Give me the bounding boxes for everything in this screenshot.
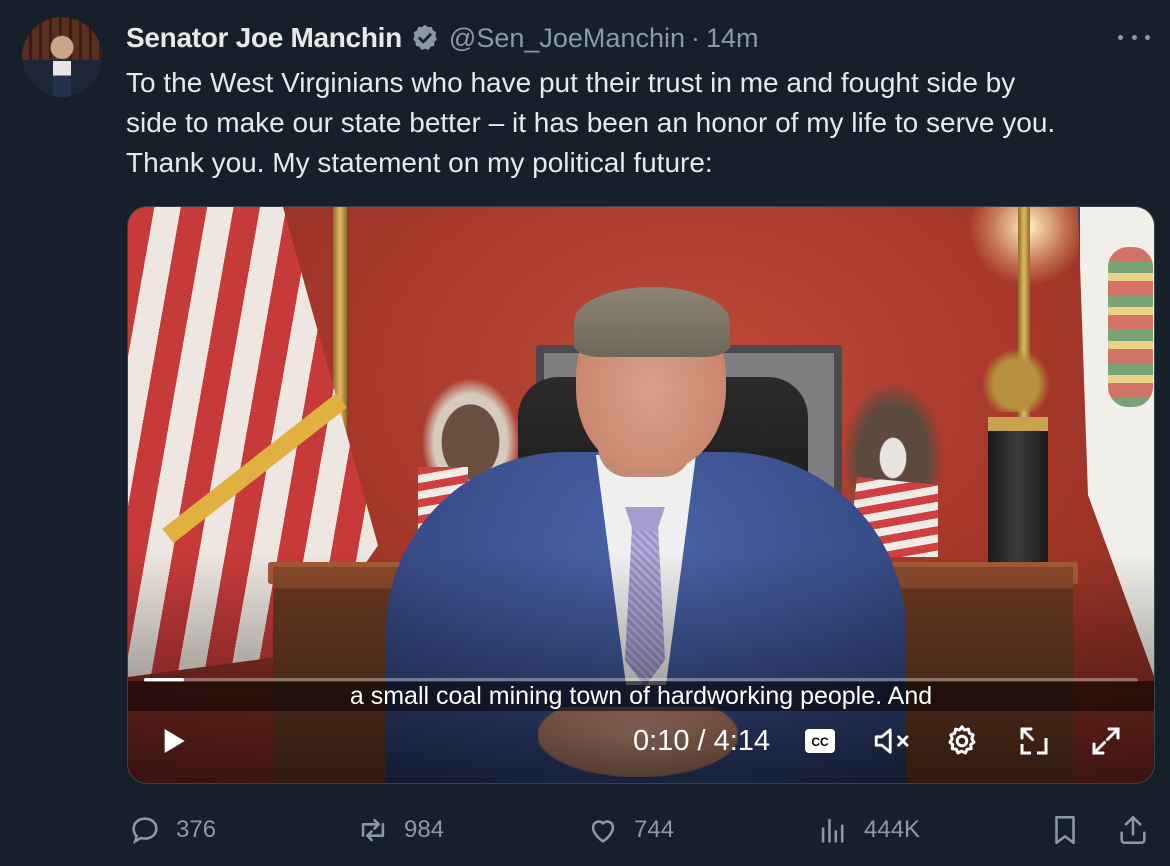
play-button[interactable] <box>158 721 190 761</box>
bookmark-icon <box>1055 815 1075 845</box>
author-handle[interactable]: @Sen_JoeManchin <box>449 23 685 54</box>
reply-count: 376 <box>176 816 217 843</box>
caption-bar: a small coal mining town of hardworking … <box>128 681 1154 711</box>
pip-icon <box>1020 727 1048 755</box>
cc-label: CC <box>811 735 829 749</box>
like-count: 744 <box>634 816 675 843</box>
tweet-text-line: Thank you. My statement on my political … <box>126 147 713 178</box>
picture-in-picture-button[interactable] <box>1016 721 1052 761</box>
bookmark-button[interactable] <box>1048 805 1082 855</box>
like-icon <box>591 820 615 843</box>
tweet-header: Senator Joe Manchin @Sen_JoeManchin · 14… <box>126 20 759 56</box>
tweet-actions: 376 984 744 444K <box>0 805 1170 855</box>
author-name[interactable]: Senator Joe Manchin <box>126 22 402 54</box>
views-count: 444K <box>864 816 921 843</box>
tweet-text-line: To the West Virginians who have put thei… <box>126 67 1016 98</box>
reply-icon <box>132 817 158 845</box>
fullscreen-button[interactable] <box>1088 721 1124 761</box>
more-icon[interactable] <box>1118 25 1150 49</box>
video-timecode: 0:10 / 4:14 <box>633 724 771 757</box>
video-player[interactable]: a small coal mining town of hardworking … <box>127 206 1155 784</box>
avatar[interactable] <box>22 17 102 97</box>
tweet-text-line: side to make our state better – it has b… <box>126 107 1056 138</box>
video-caption: a small coal mining town of hardworking … <box>349 681 933 710</box>
views-icon <box>821 818 844 843</box>
settings-button[interactable] <box>944 721 980 761</box>
cc-icon: CC <box>805 729 835 753</box>
mute-icon <box>874 728 909 754</box>
meta-separator: · <box>690 22 700 53</box>
play-icon <box>164 729 185 753</box>
mute-button[interactable] <box>872 721 914 761</box>
reply-button[interactable]: 376 <box>128 805 216 855</box>
fullscreen-icon <box>1092 727 1120 755</box>
repost-icon <box>361 818 385 842</box>
verified-badge-icon <box>413 24 437 50</box>
share-button[interactable] <box>1116 805 1150 855</box>
share-icon <box>1120 815 1146 845</box>
tweet-text: To the West Virginians who have put thei… <box>126 63 1156 183</box>
tweet-time[interactable]: 14m <box>706 23 759 54</box>
like-button[interactable]: 744 <box>586 805 674 855</box>
settings-icon <box>948 725 976 755</box>
views-button[interactable]: 444K <box>816 805 920 855</box>
repost-count: 984 <box>404 816 445 843</box>
repost-button[interactable]: 984 <box>356 805 444 855</box>
captions-button[interactable]: CC <box>804 721 836 761</box>
